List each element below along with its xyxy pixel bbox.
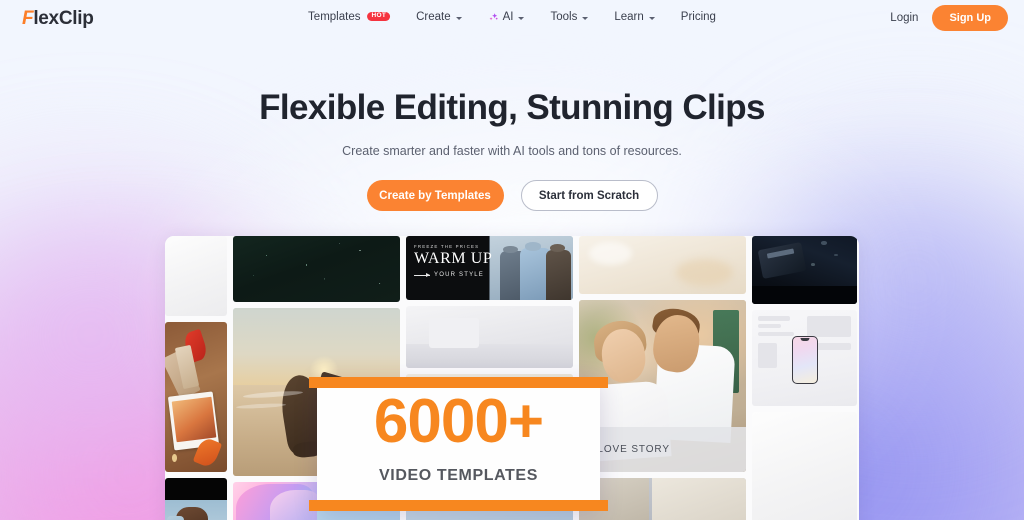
nav-label-pricing: Pricing bbox=[680, 11, 716, 23]
chevron-down-icon bbox=[518, 16, 525, 20]
warm-up-subtitle: YOUR STYLE bbox=[434, 272, 485, 278]
nav-item-ai[interactable]: AI bbox=[488, 11, 525, 23]
collage-tile-warm-up[interactable]: FREEZE THE PRICES WARM UP YOUR STYLE bbox=[406, 236, 573, 300]
chevron-down-icon bbox=[582, 16, 589, 20]
hero-cta-row: Create by Templates Start from Scratch bbox=[0, 180, 1024, 211]
main-nav: Templates HOT Create AI Tools Learn Pric… bbox=[308, 11, 716, 23]
collage-tile-dark-tech[interactable] bbox=[752, 236, 857, 304]
grey-artwork bbox=[579, 478, 746, 520]
collage-tile-autumn[interactable] bbox=[165, 322, 227, 472]
autumn-artwork bbox=[165, 322, 227, 472]
warm-up-subtitle-row: YOUR STYLE bbox=[414, 272, 492, 278]
banner-count: 6000+ bbox=[373, 387, 544, 456]
collage-tile-blackbar[interactable] bbox=[165, 478, 227, 520]
logo-flexclip[interactable]: FlexClip bbox=[22, 8, 94, 30]
banner-caption: VIDEO TEMPLATES bbox=[379, 467, 538, 484]
phone-mockup bbox=[791, 335, 818, 384]
nav-item-create[interactable]: Create bbox=[416, 11, 462, 23]
dark-tech-artwork bbox=[752, 236, 857, 304]
collage-tile-white-1[interactable] bbox=[165, 236, 227, 316]
chevron-down-icon bbox=[455, 16, 462, 20]
logo-mark-f: F bbox=[22, 8, 34, 29]
nav-item-templates[interactable]: Templates HOT bbox=[308, 11, 391, 23]
create-by-templates-button[interactable]: Create by Templates bbox=[366, 180, 504, 211]
chevron-down-icon bbox=[648, 16, 655, 20]
logo-text: lexClip bbox=[33, 8, 94, 29]
collage-column-1 bbox=[165, 236, 227, 520]
warm-up-title: WARM UP bbox=[414, 250, 493, 267]
nav-item-pricing[interactable]: Pricing bbox=[681, 11, 716, 23]
signup-button[interactable]: Sign Up bbox=[932, 5, 1008, 31]
nav-label-ai: AI bbox=[502, 11, 514, 23]
hot-badge: HOT bbox=[367, 11, 391, 21]
hero-subtitle: Create smarter and faster with AI tools … bbox=[342, 144, 682, 158]
love-story-caption: LOVE STORY bbox=[579, 427, 746, 472]
nav-label-templates: Templates bbox=[308, 11, 361, 23]
arrow-right-icon bbox=[414, 272, 430, 277]
start-from-scratch-button[interactable]: Start from Scratch bbox=[520, 180, 658, 211]
banner-bottom-bar bbox=[309, 500, 608, 511]
collage-tile-white-2[interactable] bbox=[752, 412, 857, 520]
collage-tile-cream[interactable] bbox=[579, 236, 746, 294]
collage-tile-grey[interactable] bbox=[579, 478, 746, 520]
collage-column-5 bbox=[752, 236, 857, 520]
collage-tile-phone-mockup[interactable] bbox=[752, 310, 857, 406]
silver-artwork bbox=[406, 306, 573, 368]
collage-tile-silver[interactable] bbox=[406, 306, 573, 368]
nav-label-tools: Tools bbox=[550, 11, 578, 23]
nav-item-tools[interactable]: Tools bbox=[551, 11, 589, 23]
login-link[interactable]: Login bbox=[890, 12, 918, 24]
video-templates-banner: 6000+ VIDEO TEMPLATES bbox=[309, 377, 608, 511]
nav-label-learn: Learn bbox=[614, 11, 644, 23]
sparkle-icon bbox=[488, 12, 499, 23]
warm-up-eyebrow: FREEZE THE PRICES bbox=[414, 244, 480, 249]
site-header: FlexClip Templates HOT Create AI Tools L… bbox=[0, 0, 1024, 38]
warm-up-overlay-text: FREEZE THE PRICES WARM UP YOUR STYLE bbox=[414, 244, 492, 278]
header-actions: Login Sign Up bbox=[890, 5, 1008, 31]
blackbar-artwork bbox=[165, 478, 227, 520]
nav-label-create: Create bbox=[416, 11, 451, 23]
nav-item-learn[interactable]: Learn bbox=[614, 11, 655, 23]
cream-artwork bbox=[579, 236, 746, 294]
page-title: Flexible Editing, Stunning Clips bbox=[259, 88, 765, 127]
collage-tile-space[interactable] bbox=[233, 236, 400, 302]
